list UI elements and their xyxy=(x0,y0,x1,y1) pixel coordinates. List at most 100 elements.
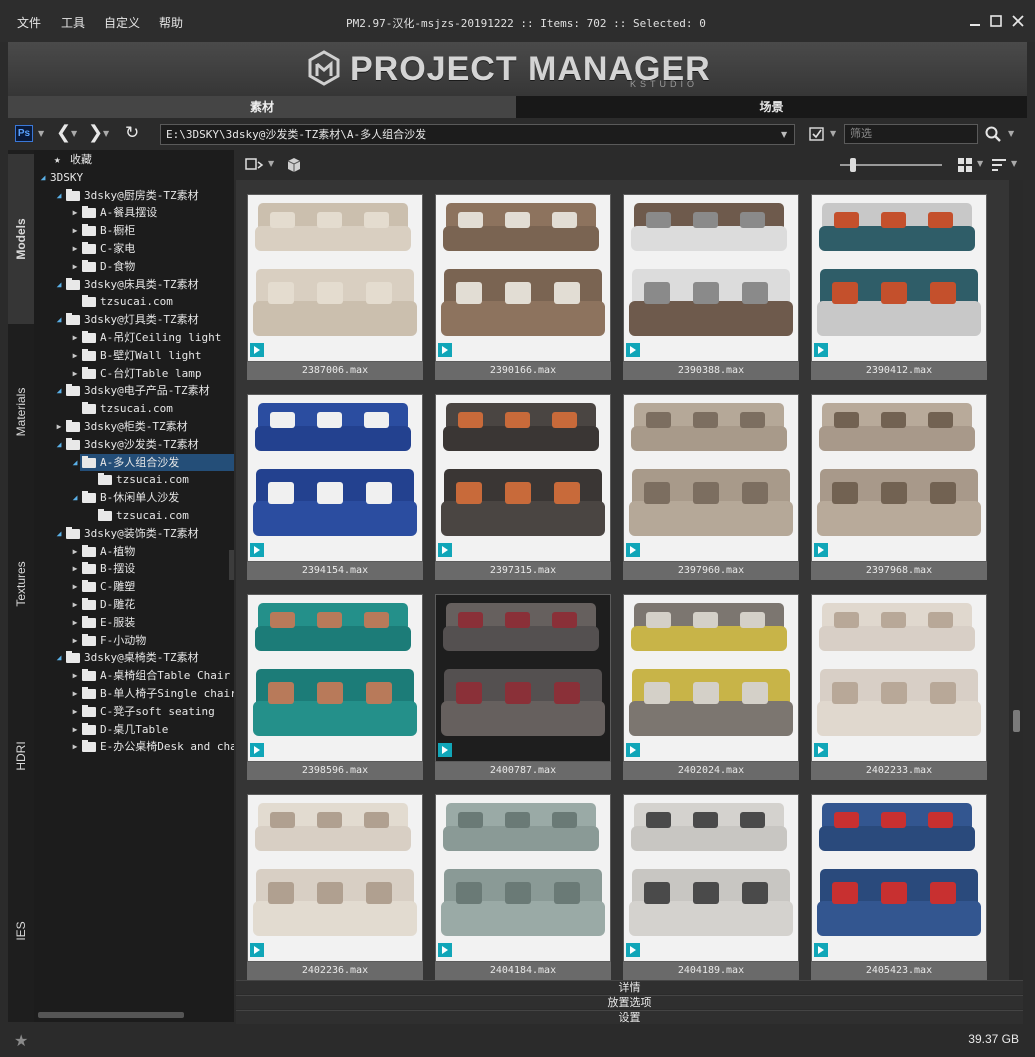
collapsed-arrow-icon[interactable]: ▶ xyxy=(70,347,80,364)
photoshop-icon[interactable]: Ps xyxy=(15,125,33,142)
tree-item[interactable]: ◢ 3dsky@床具类-TZ素材 xyxy=(34,276,234,293)
chevron-down-icon[interactable]: ▼ xyxy=(103,129,109,138)
tree-item[interactable]: ◢ 3dsky@电子产品-TZ素材 xyxy=(34,382,234,399)
tree-item[interactable]: ▶ C-台灯Table lamp xyxy=(34,365,234,382)
menu-help[interactable]: 帮助 xyxy=(159,14,183,31)
tree-item[interactable]: ◢ A-多人组合沙发 xyxy=(34,453,234,471)
expanded-arrow-icon[interactable]: ◢ xyxy=(54,187,64,204)
path-input[interactable]: E:\3DSKY\3dsky@沙发类-TZ素材\A-多人组合沙发 xyxy=(160,124,795,145)
side-tab-models[interactable]: Models xyxy=(8,154,34,324)
expanded-arrow-icon[interactable]: ◢ xyxy=(70,454,80,471)
tree-horizontal-scrollbar[interactable] xyxy=(38,1012,184,1018)
tree-item[interactable]: ▶ B-单人椅子Single chair xyxy=(34,685,234,702)
maximize-icon[interactable] xyxy=(987,12,1005,30)
panel-settings[interactable]: 设置 xyxy=(236,1010,1023,1024)
asset-card[interactable]: 2402233.max xyxy=(811,594,987,780)
tree-item[interactable]: ◢ B-休闲单人沙发 xyxy=(34,489,234,506)
asset-card[interactable]: 2387006.max xyxy=(247,194,423,380)
side-tab-ies[interactable]: IES xyxy=(8,844,34,1018)
tree-item[interactable]: tzsucai.com xyxy=(34,293,234,310)
expanded-arrow-icon[interactable]: ◢ xyxy=(54,436,64,453)
expanded-arrow-icon[interactable]: ◢ xyxy=(70,489,80,506)
tree-item[interactable]: ▶ D-雕花 xyxy=(34,596,234,613)
panel-placement-options[interactable]: 放置选项 xyxy=(236,995,1023,1009)
asset-card[interactable]: 2390388.max xyxy=(623,194,799,380)
expanded-arrow-icon[interactable]: ◢ xyxy=(54,311,64,328)
star-icon[interactable]: ★ xyxy=(14,1031,28,1050)
path-dropdown-icon[interactable]: ▼ xyxy=(781,130,787,139)
expanded-arrow-icon[interactable]: ◢ xyxy=(54,525,64,542)
collapsed-arrow-icon[interactable]: ▶ xyxy=(70,560,80,577)
tree-item[interactable]: ▶ A-桌椅组合Table Chair xyxy=(34,667,234,684)
back-arrow-icon[interactable]: ❮ xyxy=(56,123,71,143)
chevron-down-icon[interactable]: ▼ xyxy=(1011,159,1017,168)
expanded-arrow-icon[interactable]: ◢ xyxy=(54,276,64,293)
collapsed-arrow-icon[interactable]: ▶ xyxy=(70,204,80,221)
chevron-down-icon[interactable]: ▼ xyxy=(268,159,274,168)
close-icon[interactable] xyxy=(1009,12,1027,30)
asset-card[interactable]: 2404189.max xyxy=(623,794,799,980)
chevron-down-icon[interactable]: ▼ xyxy=(38,129,44,138)
asset-card[interactable]: 2404184.max xyxy=(435,794,611,980)
collapsed-arrow-icon[interactable]: ▶ xyxy=(70,222,80,239)
expanded-arrow-icon[interactable]: ◢ xyxy=(38,169,48,186)
chevron-down-icon[interactable]: ▼ xyxy=(71,129,77,138)
collapsed-arrow-icon[interactable]: ▶ xyxy=(70,578,80,595)
minimize-icon[interactable] xyxy=(966,12,984,30)
asset-card[interactable]: 2394154.max xyxy=(247,394,423,580)
tree-item[interactable]: ◢ 3dsky@装饰类-TZ素材 xyxy=(34,525,234,542)
tree-item[interactable]: ★ 收藏 xyxy=(34,151,234,168)
tree-item[interactable]: ◢ 3dsky@灯具类-TZ素材 xyxy=(34,311,234,328)
scrollbar-thumb[interactable] xyxy=(1013,710,1020,732)
tree-item[interactable]: ▶ C-凳子soft seating xyxy=(34,703,234,720)
side-tab-hdri[interactable]: HDRI xyxy=(8,672,34,840)
menu-tools[interactable]: 工具 xyxy=(61,14,85,31)
asset-card[interactable]: 2397315.max xyxy=(435,394,611,580)
chevron-down-icon[interactable]: ▼ xyxy=(977,159,983,168)
tree-item[interactable]: ▶ B-壁灯Wall light xyxy=(34,347,234,364)
asset-card[interactable]: 2402024.max xyxy=(623,594,799,780)
filter-input[interactable]: 筛选 xyxy=(844,124,978,144)
tree-item[interactable]: ◢ 3dsky@厨房类-TZ素材 xyxy=(34,187,234,204)
expanded-arrow-icon[interactable]: ◢ xyxy=(54,382,64,399)
tree-item[interactable]: ▶ B-摆设 xyxy=(34,560,234,577)
grid-scrollbar[interactable] xyxy=(1009,180,1023,980)
tree-item[interactable]: ▶ D-桌几Table xyxy=(34,721,234,738)
slider-handle[interactable] xyxy=(850,158,856,172)
tree-item[interactable]: ◢ 3DSKY xyxy=(34,169,234,186)
swap-icon[interactable] xyxy=(244,156,264,174)
side-tab-materials[interactable]: Materials xyxy=(8,328,34,496)
tree-item[interactable]: ▶ C-家电 xyxy=(34,240,234,257)
tree-item[interactable]: ▶ B-橱柜 xyxy=(34,222,234,239)
asset-card[interactable]: 2390412.max xyxy=(811,194,987,380)
tree-item[interactable]: ▶ A-餐具摆设 xyxy=(34,204,234,221)
collapsed-arrow-icon[interactable]: ▶ xyxy=(70,738,80,755)
asset-card[interactable]: 2397960.max xyxy=(623,394,799,580)
side-tab-textures[interactable]: Textures xyxy=(8,500,34,668)
asset-card[interactable]: 2397968.max xyxy=(811,394,987,580)
tree-item[interactable]: ▶ E-办公桌椅Desk and chair xyxy=(34,738,234,755)
collapsed-arrow-icon[interactable]: ▶ xyxy=(70,703,80,720)
expanded-arrow-icon[interactable]: ◢ xyxy=(54,649,64,666)
collapsed-arrow-icon[interactable]: ▶ xyxy=(54,418,64,435)
tree-item[interactable]: tzsucai.com xyxy=(34,471,234,488)
chevron-down-icon[interactable]: ▼ xyxy=(830,129,836,138)
refresh-icon[interactable]: ↻ xyxy=(125,123,139,143)
forward-arrow-icon[interactable]: ❯ xyxy=(88,123,103,143)
checklist-icon[interactable] xyxy=(808,125,826,143)
tree-item[interactable]: ▶ A-植物 xyxy=(34,543,234,560)
tree-item[interactable]: ▶ D-食物 xyxy=(34,258,234,275)
tab-assets[interactable]: 素材 xyxy=(8,96,516,118)
collapsed-arrow-icon[interactable]: ▶ xyxy=(70,329,80,346)
tree-item[interactable]: tzsucai.com xyxy=(34,400,234,417)
asset-card[interactable]: 2390166.max xyxy=(435,194,611,380)
collapsed-arrow-icon[interactable]: ▶ xyxy=(70,721,80,738)
menu-customize[interactable]: 自定义 xyxy=(104,14,140,31)
chevron-down-icon[interactable]: ▼ xyxy=(1008,129,1014,138)
model-box-icon[interactable] xyxy=(284,155,304,175)
asset-card[interactable]: 2402236.max xyxy=(247,794,423,980)
collapsed-arrow-icon[interactable]: ▶ xyxy=(70,240,80,257)
tree-item[interactable]: ▶ E-服装 xyxy=(34,614,234,631)
search-icon[interactable] xyxy=(984,125,1002,143)
collapsed-arrow-icon[interactable]: ▶ xyxy=(70,596,80,613)
